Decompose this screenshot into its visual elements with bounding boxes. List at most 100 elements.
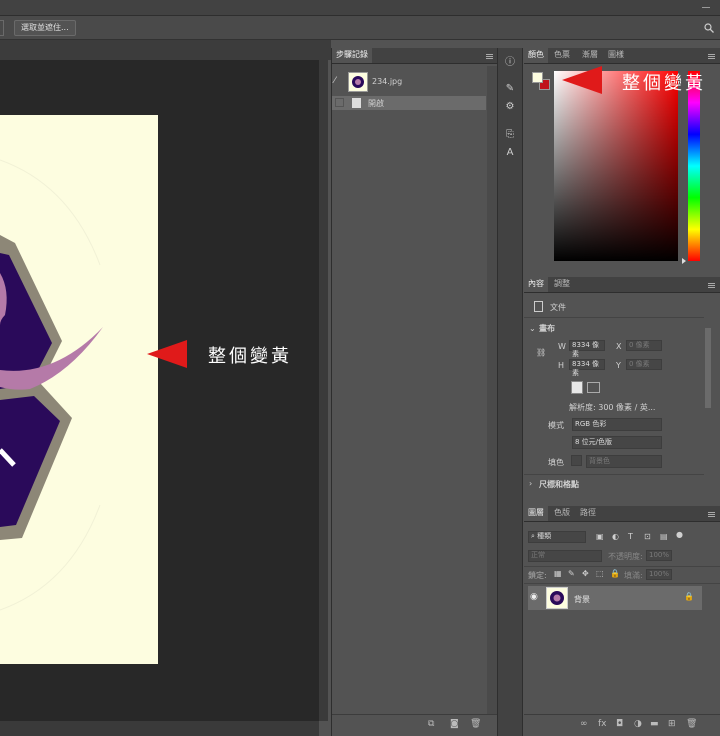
x-label: X bbox=[616, 342, 622, 351]
rulers-section-title[interactable]: 尺標和格點 bbox=[539, 479, 579, 490]
mode-label: 模式 bbox=[548, 421, 564, 430]
layer-name[interactable]: 背景 bbox=[574, 594, 590, 605]
foreground-color-swatch[interactable] bbox=[532, 72, 543, 83]
blend-mode-select[interactable]: 正常 bbox=[528, 550, 602, 562]
history-snapshot-row[interactable]: ⁄ 234.jpg bbox=[332, 70, 486, 94]
character-icon[interactable]: A bbox=[502, 146, 518, 160]
mode-select[interactable]: RGB 色彩 bbox=[572, 418, 662, 431]
history-footer: ⧉ ◙ 🗑 bbox=[332, 714, 498, 736]
lock-position-icon[interactable]: ✥ bbox=[582, 569, 589, 578]
tab-paths[interactable]: 路徑 bbox=[576, 506, 600, 521]
chevron-down-icon[interactable]: ⌄ bbox=[529, 324, 536, 333]
step-checkbox[interactable] bbox=[335, 98, 344, 107]
panel-menu-icon[interactable] bbox=[708, 54, 715, 59]
panel-menu-icon[interactable] bbox=[486, 54, 493, 59]
landscape-orientation-button[interactable] bbox=[587, 382, 600, 393]
portrait-orientation-button[interactable] bbox=[571, 381, 583, 394]
history-tabbar: 步驟記錄 bbox=[332, 48, 498, 64]
properties-scrollbar[interactable] bbox=[705, 328, 711, 408]
panel-menu-icon[interactable] bbox=[708, 283, 715, 288]
bit-depth-select[interactable]: 8 位元/色版 bbox=[572, 436, 662, 449]
tab-color[interactable]: 顏色 bbox=[524, 48, 548, 63]
y-field[interactable]: 0 像素 bbox=[626, 359, 662, 370]
camera-icon[interactable]: ◙ bbox=[450, 719, 459, 729]
chevron-right-icon[interactable]: › bbox=[529, 479, 532, 488]
link-layers-icon[interactable]: ∞ bbox=[580, 719, 588, 729]
filter-adjustment-icon[interactable]: ◐ bbox=[612, 532, 619, 541]
tab-adjustments[interactable]: 調整 bbox=[550, 277, 574, 292]
add-mask-icon[interactable]: ◘ bbox=[616, 719, 623, 729]
properties-divider bbox=[524, 474, 704, 475]
x-field[interactable]: 0 像素 bbox=[626, 340, 662, 351]
width-label: W bbox=[558, 342, 566, 351]
layers-divider bbox=[524, 566, 720, 567]
search-icon[interactable] bbox=[704, 23, 714, 33]
filter-toggle-icon[interactable]: ● bbox=[676, 530, 683, 539]
layers-divider bbox=[524, 583, 720, 584]
snapshot-thumbnail bbox=[348, 72, 368, 92]
fx-icon[interactable]: fx bbox=[598, 719, 607, 729]
new-layer-icon[interactable]: ⊞ bbox=[668, 719, 676, 729]
fill-select[interactable]: 背景色 bbox=[586, 455, 662, 468]
lock-label: 鎖定: bbox=[528, 571, 547, 580]
tab-gradients[interactable]: 漸層 bbox=[578, 48, 602, 63]
color-annotation-text: 整個變黃 bbox=[622, 73, 706, 94]
width-field[interactable]: 8334 像素 bbox=[569, 340, 605, 358]
filter-pixel-icon[interactable]: ▣ bbox=[596, 532, 604, 541]
hue-slider-marker-icon[interactable] bbox=[682, 258, 686, 264]
properties-divider bbox=[524, 317, 704, 318]
lock-artboard-icon[interactable]: ⬚ bbox=[596, 569, 604, 578]
fill-color-swatch[interactable] bbox=[571, 455, 582, 466]
canvas-section-title[interactable]: 畫布 bbox=[539, 323, 555, 334]
eye-icon[interactable]: ◉ bbox=[530, 592, 538, 602]
opacity-field[interactable]: 100% bbox=[646, 550, 672, 561]
document-canvas[interactable] bbox=[0, 115, 158, 664]
filter-shape-icon[interactable]: ⊡ bbox=[644, 532, 651, 541]
height-field[interactable]: 8334 像素 bbox=[569, 359, 605, 377]
layer-row[interactable]: ◉ 背景 🔒 bbox=[528, 586, 702, 610]
trash-icon[interactable]: 🗑 bbox=[686, 719, 697, 729]
layer-filter-value: 種類 bbox=[537, 532, 552, 540]
panel-menu-icon[interactable] bbox=[708, 512, 715, 517]
canvas-vertical-scrollbar[interactable] bbox=[319, 60, 328, 721]
clone-source-icon[interactable]: ⎘ bbox=[502, 128, 518, 142]
select-and-mask-button[interactable]: 選取並遮住... bbox=[14, 20, 76, 36]
color-field[interactable] bbox=[554, 71, 678, 261]
lock-image-icon[interactable]: ✎ bbox=[568, 569, 575, 578]
trash-icon[interactable]: 🗑 bbox=[470, 719, 481, 729]
link-icon[interactable]: ⛓ bbox=[536, 348, 546, 357]
tab-channels[interactable]: 色版 bbox=[550, 506, 574, 521]
tab-properties[interactable]: 內容 bbox=[524, 277, 548, 292]
layer-fill-field[interactable]: 100% bbox=[646, 569, 672, 580]
tab-patterns[interactable]: 圖樣 bbox=[604, 48, 628, 63]
filter-type-icon[interactable]: T bbox=[628, 532, 633, 541]
menu-bar bbox=[0, 0, 720, 16]
brush-settings-icon[interactable]: ✎ bbox=[502, 82, 518, 96]
layer-filter-select[interactable]: ⌕ 種類 bbox=[528, 531, 586, 543]
color-tabbar: 顏色 色票 漸層 圖樣 bbox=[524, 48, 720, 64]
history-brush-icon[interactable]: ⁄ bbox=[334, 76, 346, 88]
lock-transparency-icon[interactable]: ▦ bbox=[554, 569, 562, 578]
history-scrollbar[interactable] bbox=[487, 66, 497, 714]
filter-smart-object-icon[interactable]: ▤ bbox=[660, 532, 668, 541]
info-icon[interactable]: ⓘ bbox=[502, 56, 518, 70]
options-bar-edge bbox=[0, 20, 4, 36]
canvas-annotation-text: 整個變黃 bbox=[208, 346, 292, 367]
canvas-horizontal-scrollbar[interactable] bbox=[0, 721, 319, 736]
adjustments-icon[interactable]: ⚙ bbox=[502, 100, 518, 114]
tab-swatches[interactable]: 色票 bbox=[550, 48, 574, 63]
history-step-row[interactable]: 開啟 bbox=[332, 96, 486, 110]
window-minimize-icon[interactable] bbox=[702, 7, 710, 8]
adjustment-layer-icon[interactable]: ◑ bbox=[634, 719, 642, 729]
annotation-arrow-canvas bbox=[147, 340, 187, 368]
new-document-from-state-icon[interactable]: ⧉ bbox=[428, 719, 434, 729]
right-panel-column: 顏色 色票 漸層 圖樣 整個變黃 內容 調整 文件 ⌄ 畫布 ⛓ W 8334 … bbox=[524, 48, 720, 736]
lock-all-icon[interactable]: 🔒 bbox=[610, 569, 620, 578]
tab-history[interactable]: 步驟記錄 bbox=[332, 48, 372, 63]
new-group-icon[interactable]: ▬ bbox=[650, 719, 659, 729]
history-panel: 步驟記錄 ⁄ 234.jpg 開啟 ⧉ ◙ 🗑 bbox=[331, 48, 498, 736]
layers-tabbar: 圖層 色版 路徑 bbox=[524, 506, 720, 522]
layers-footer: ∞ fx ◘ ◑ ▬ ⊞ 🗑 bbox=[524, 714, 720, 736]
tab-layers[interactable]: 圖層 bbox=[524, 506, 548, 521]
hue-slider[interactable] bbox=[688, 71, 700, 261]
